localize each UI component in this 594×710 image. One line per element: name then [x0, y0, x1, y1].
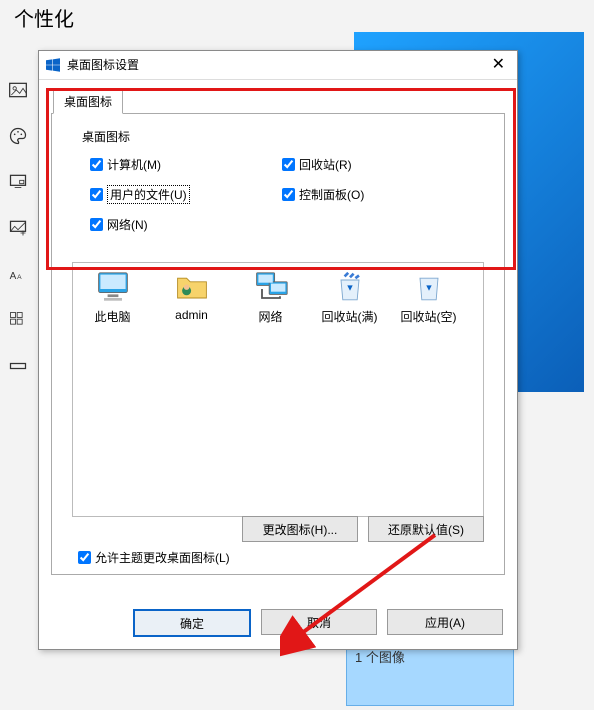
tab-body: 桌面图标 计算机(M) 用户的文件(U) 网络(N) 回收站(R) 控: [51, 113, 505, 575]
tab-desktop-icons[interactable]: 桌面图标: [53, 89, 123, 114]
checkbox-computer-input[interactable]: [90, 158, 103, 171]
page-title: 个性化: [14, 3, 74, 32]
lockscreen-icon[interactable]: [8, 172, 28, 192]
ok-button[interactable]: 确定: [133, 609, 251, 637]
icon-recycle-full[interactable]: 回收站(满): [312, 271, 387, 510]
recycle-empty-icon: [411, 271, 447, 303]
checkbox-control-input[interactable]: [282, 188, 295, 201]
checkbox-network-input[interactable]: [90, 218, 103, 231]
user-folder-icon: [174, 271, 210, 303]
themes-icon[interactable]: [8, 218, 28, 238]
checkbox-computer-label: 计算机(M): [107, 156, 161, 173]
icon-label: admin: [154, 308, 229, 322]
icon-label: 回收站(满): [312, 308, 387, 325]
start-icon[interactable]: [8, 310, 28, 330]
checkbox-control[interactable]: 控制面板(O): [278, 184, 438, 204]
close-button[interactable]: ✕: [486, 51, 511, 79]
icon-label: 网络: [233, 308, 308, 325]
taskbar-icon[interactable]: [8, 356, 28, 376]
checkbox-userfiles[interactable]: 用户的文件(U): [86, 184, 246, 204]
change-icon-button[interactable]: 更改图标(H)...: [242, 516, 358, 542]
checkbox-userfiles-label: 用户的文件(U): [107, 185, 190, 204]
svg-text:A: A: [10, 271, 17, 282]
icon-preview-list[interactable]: 此电脑 admin 网络 回收站(满) 回收站(空): [72, 262, 484, 517]
dialog-app-icon: [45, 58, 61, 72]
checkbox-allow-theme-input[interactable]: [78, 551, 91, 564]
colors-icon[interactable]: [8, 126, 28, 146]
desktop-icon-settings-dialog: 桌面图标设置 ✕ 桌面图标 桌面图标 计算机(M) 用户的文件(U) 网络(N): [38, 50, 518, 650]
icon-network[interactable]: 网络: [233, 271, 308, 510]
checkbox-network-label: 网络(N): [107, 216, 148, 233]
checkbox-recycle[interactable]: 回收站(R): [278, 154, 438, 174]
restore-defaults-button[interactable]: 还原默认值(S): [368, 516, 484, 542]
checkbox-recycle-input[interactable]: [282, 158, 295, 171]
sidebar-icons: AA: [8, 80, 32, 402]
icon-label: 回收站(空): [391, 308, 466, 325]
icon-recycle-empty[interactable]: 回收站(空): [391, 271, 466, 510]
tab-strip: 桌面图标: [53, 88, 517, 113]
icon-this-pc[interactable]: 此电脑: [75, 271, 150, 510]
checkbox-computer[interactable]: 计算机(M): [86, 154, 246, 174]
recycle-full-icon: [332, 271, 368, 303]
icon-user-folder[interactable]: admin: [154, 271, 229, 510]
checkbox-userfiles-input[interactable]: [90, 188, 103, 201]
titlebar: 桌面图标设置 ✕: [39, 51, 517, 80]
network-icon: [253, 271, 289, 303]
svg-text:A: A: [17, 274, 22, 281]
group-label: 桌面图标: [82, 128, 130, 145]
checkbox-recycle-label: 回收站(R): [299, 156, 352, 173]
apply-button[interactable]: 应用(A): [387, 609, 503, 635]
checkbox-allow-theme[interactable]: 允许主题更改桌面图标(L): [74, 548, 230, 567]
background-icon[interactable]: [8, 80, 28, 100]
monitor-icon: [95, 271, 131, 303]
cancel-button[interactable]: 取消: [261, 609, 377, 635]
fonts-icon[interactable]: AA: [8, 264, 28, 284]
checkbox-network[interactable]: 网络(N): [86, 214, 246, 234]
icon-label: 此电脑: [75, 308, 150, 325]
dialog-title: 桌面图标设置: [67, 51, 139, 79]
checkbox-control-label: 控制面板(O): [299, 186, 364, 203]
checkbox-allow-theme-label: 允许主题更改桌面图标(L): [95, 549, 230, 566]
